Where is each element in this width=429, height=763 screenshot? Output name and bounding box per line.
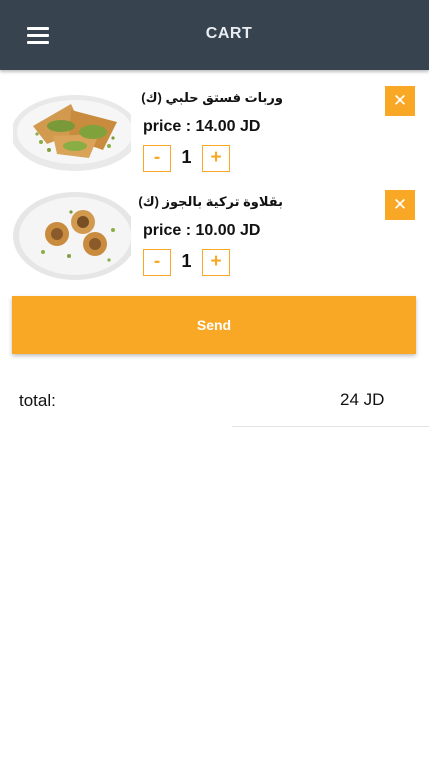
quantity-value: 1 bbox=[181, 147, 192, 167]
total-label: total: bbox=[19, 391, 56, 410]
app-header: CART bbox=[0, 0, 429, 70]
quantity-value: 1 bbox=[181, 251, 192, 271]
increase-quantity-button[interactable]: + bbox=[202, 249, 230, 276]
decrease-quantity-button[interactable]: - bbox=[143, 145, 171, 172]
total-value: 24 JD bbox=[340, 390, 385, 409]
remove-item-button[interactable]: ✕ bbox=[385, 190, 415, 220]
remove-item-button[interactable]: ✕ bbox=[385, 86, 415, 116]
item-price: price : 10.00 JD bbox=[143, 222, 261, 239]
decrease-quantity-button[interactable]: - bbox=[143, 249, 171, 276]
page-title: CART bbox=[205, 25, 253, 42]
total-divider bbox=[232, 426, 429, 427]
item-price: price : 14.00 JD bbox=[143, 118, 261, 135]
increase-quantity-button[interactable]: + bbox=[202, 145, 230, 172]
item-name: وربات فستق حلبي (ك) bbox=[141, 90, 283, 105]
item-name: بقلاوة تركية بالجوز (ك) bbox=[138, 194, 283, 209]
cart-item: بقلاوة تركية بالجوز (ك) price : 10.00 JD… bbox=[0, 190, 429, 290]
cart-item: وربات فستق حلبي (ك) price : 14.00 JD - 1… bbox=[0, 86, 429, 186]
product-image-baklava bbox=[13, 190, 131, 282]
send-order-button[interactable]: Send bbox=[12, 296, 416, 354]
product-image-pistachio bbox=[13, 86, 131, 178]
